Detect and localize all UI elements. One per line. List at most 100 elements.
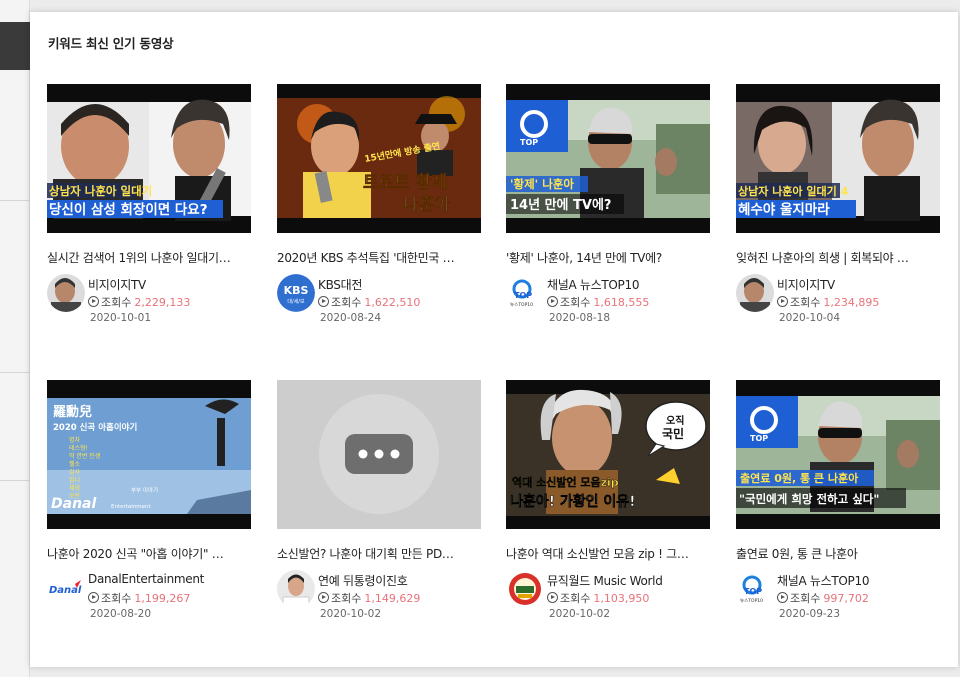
thumbnail-caption: 트로트 황제 [363,173,447,193]
video-card[interactable]: 오직 국민 역대 소신발언 모음zip 나훈아! 가황인 이유! 나훈아 역대 … [506,380,710,630]
video-thumbnail[interactable]: 15년만에 방송 출연 트로트 황제 나훈아 [277,84,481,233]
track-item: 웰소 [69,460,81,468]
thumbnail-caption: 나훈아 [403,194,450,215]
track-item: 테스형! [69,444,88,452]
video-title[interactable]: 2020년 KBS 추석특집 '대한민국 … [277,249,481,266]
play-circle-icon [547,296,558,307]
view-count: 조회수 997,702 [777,590,869,606]
video-title[interactable]: 잊혀진 나훈아의 희생 | 회복되야 … [736,249,940,266]
upload-date: 2020-10-02 [320,608,382,620]
upload-date: 2020-09-23 [779,608,841,620]
views-label: 조회수 [101,296,132,309]
channel-avatar[interactable] [736,274,774,312]
views-label: 조회수 [331,296,362,309]
views-label: 조회수 [560,296,591,309]
video-thumbnail[interactable] [277,380,481,529]
views-number: 1,234,895 [823,296,880,309]
video-card[interactable]: TOP '황제' 나훈아 14년 만에 TV에? '황제' 나훈아, 14년 만… [506,84,710,334]
video-title[interactable]: 실시간 검색어 1위의 나훈아 일대기… [47,249,251,266]
video-card[interactable]: 소신발언? 나훈아 대기획 만든 PD… 연예 뒤통령이진호 조회수 1,149,… [277,380,481,630]
views-label: 조회수 [790,296,821,309]
upload-date: 2020-08-24 [320,312,382,324]
views-number: 1,103,950 [593,592,650,605]
background-divider [0,200,30,201]
track-item: 체념 [69,484,80,492]
video-thumbnail[interactable]: TOP '황제' 나훈아 14년 만에 TV에? [506,84,710,233]
channel-avatar[interactable]: Danal [47,570,85,608]
video-title[interactable]: 소신발언? 나훈아 대기획 만든 PD… [277,545,481,562]
channel-name[interactable]: KBS대전 [318,276,362,293]
thumbnail-caption: '황제' 나훈아 [510,177,574,191]
avatar-logo-subtext: 대/세/보 [287,298,305,305]
play-circle-icon [88,592,99,603]
channel-avatar[interactable]: TOP 뉴스TOP10 [736,570,774,608]
track-item: 감사 [69,468,81,476]
thumbnail-caption: 혜수야 울지마라 [738,201,830,218]
video-thumbnail[interactable]: 상남자 나훈아 일대기 4 혜수야 울지마라 [736,84,940,233]
thumbnail-caption: 상남자 나훈아 일대기 4 [738,184,849,198]
channel-avatar[interactable] [277,570,315,608]
video-title[interactable]: '황제' 나훈아, 14년 만에 TV에? [506,249,710,266]
view-count: 조회수 2,229,133 [88,294,190,310]
view-count: 조회수 1,199,267 [88,590,190,606]
avatar-logo-subtext: 뉴스TOP10 [510,302,533,308]
views-number: 1,149,629 [364,592,421,605]
views-label: 조회수 [790,592,821,605]
video-card[interactable]: 상남자 나훈아 일대기 4 혜수야 울지마라 잊혀진 나훈아의 희생 | 회복되… [736,84,940,334]
speech-bubble-text: 오직 [666,414,684,427]
svg-text:TOP: TOP [520,138,538,147]
channel-avatar[interactable]: TOP 뉴스TOP10 [506,274,544,312]
play-circle-icon [88,296,99,307]
channel-avatar[interactable]: KBS 대/세/보 [277,274,315,312]
video-thumbnail[interactable]: 羅勳兒 2020 신곡 아홉이야기 명자 테스형! 딱 한번 인생 웰소 감사 … [47,380,251,529]
thumbnail-caption: "국민에게 희망 전하고 싶다" [739,492,879,506]
play-circle-icon [777,592,788,603]
view-count: 조회수 1,622,510 [318,294,420,310]
track-item: 딱 한번 인생 [69,452,100,460]
video-thumbnail[interactable]: 상남자 나훈아 일대기 당신이 삼성 회장이면 다요? [47,84,251,233]
upload-date: 2020-08-20 [90,608,152,620]
background-divider [0,372,30,373]
play-circle-icon [318,296,329,307]
video-card[interactable]: TOP 출연료 0원, 통 큰 나훈아 "국민에게 희망 전하고 싶다" 출연료… [736,380,940,630]
avatar-logo-text: TOP [514,291,532,300]
views-number: 1,199,267 [134,592,191,605]
video-title[interactable]: 출연료 0원, 통 큰 나훈아 [736,545,940,562]
thumbnail-caption: 羅勳兒 [53,404,92,420]
video-title[interactable]: 나훈아 2020 신곡 "아홉 이야기" … [47,545,251,562]
video-card[interactable]: 상남자 나훈아 일대기 당신이 삼성 회장이면 다요? 실시간 검색어 1위의 … [47,84,251,334]
thumbnail-caption: 상남자 나훈아 일대기 [49,184,152,198]
video-card[interactable]: 羅勳兒 2020 신곡 아홉이야기 명자 테스형! 딱 한번 인생 웰소 감사 … [47,380,251,630]
views-number: 1,618,555 [593,296,650,309]
track-item: 명자 [69,436,81,444]
thumbnail-caption: 14년 만에 TV에? [510,197,611,213]
avatar-logo-text: TOP [744,587,762,596]
video-grid: 상남자 나훈아 일대기 당신이 삼성 회장이면 다요? 실시간 검색어 1위의 … [47,84,942,644]
views-number: 1,622,510 [364,296,421,309]
video-thumbnail[interactable]: TOP 출연료 0원, 통 큰 나훈아 "국민에게 희망 전하고 싶다" [736,380,940,529]
views-label: 조회수 [101,592,132,605]
thumbnail-logo: Danal [51,496,96,512]
channel-avatar[interactable] [47,274,85,312]
channel-name[interactable]: 비지이지TV [777,276,835,293]
upload-date: 2020-10-01 [90,312,152,324]
channel-name[interactable]: 채널A 뉴스TOP10 [547,276,639,293]
play-circle-icon [547,592,558,603]
avatar-logo-subtext: 뉴스TOP10 [740,598,763,604]
section-title: 키워드 최신 인기 동영상 [48,36,174,51]
channel-name[interactable]: 뮤직월드 Music World [547,572,663,589]
channel-name[interactable]: 채널A 뉴스TOP10 [777,572,869,589]
play-circle-icon [777,296,788,307]
video-thumbnail[interactable]: 오직 국민 역대 소신발언 모음zip 나훈아! 가황인 이유! [506,380,710,529]
avatar-logo-text: KBS [284,284,309,297]
views-label: 조회수 [560,592,591,605]
channel-name[interactable]: 연예 뒤통령이진호 [318,572,408,589]
view-count: 조회수 1,103,950 [547,590,649,606]
channel-avatar[interactable] [506,570,544,608]
channel-name[interactable]: DanalEntertainment [88,572,204,586]
thumbnail-caption: 나훈아! 가황인 이유! [510,493,636,510]
video-card[interactable]: 15년만에 방송 출연 트로트 황제 나훈아 2020년 KBS 추석특집 '대… [277,84,481,334]
view-count: 조회수 1,618,555 [547,294,649,310]
video-title[interactable]: 나훈아 역대 소신발언 모음 zip ! 그… [506,545,710,562]
channel-name[interactable]: 비지이지TV [88,276,146,293]
